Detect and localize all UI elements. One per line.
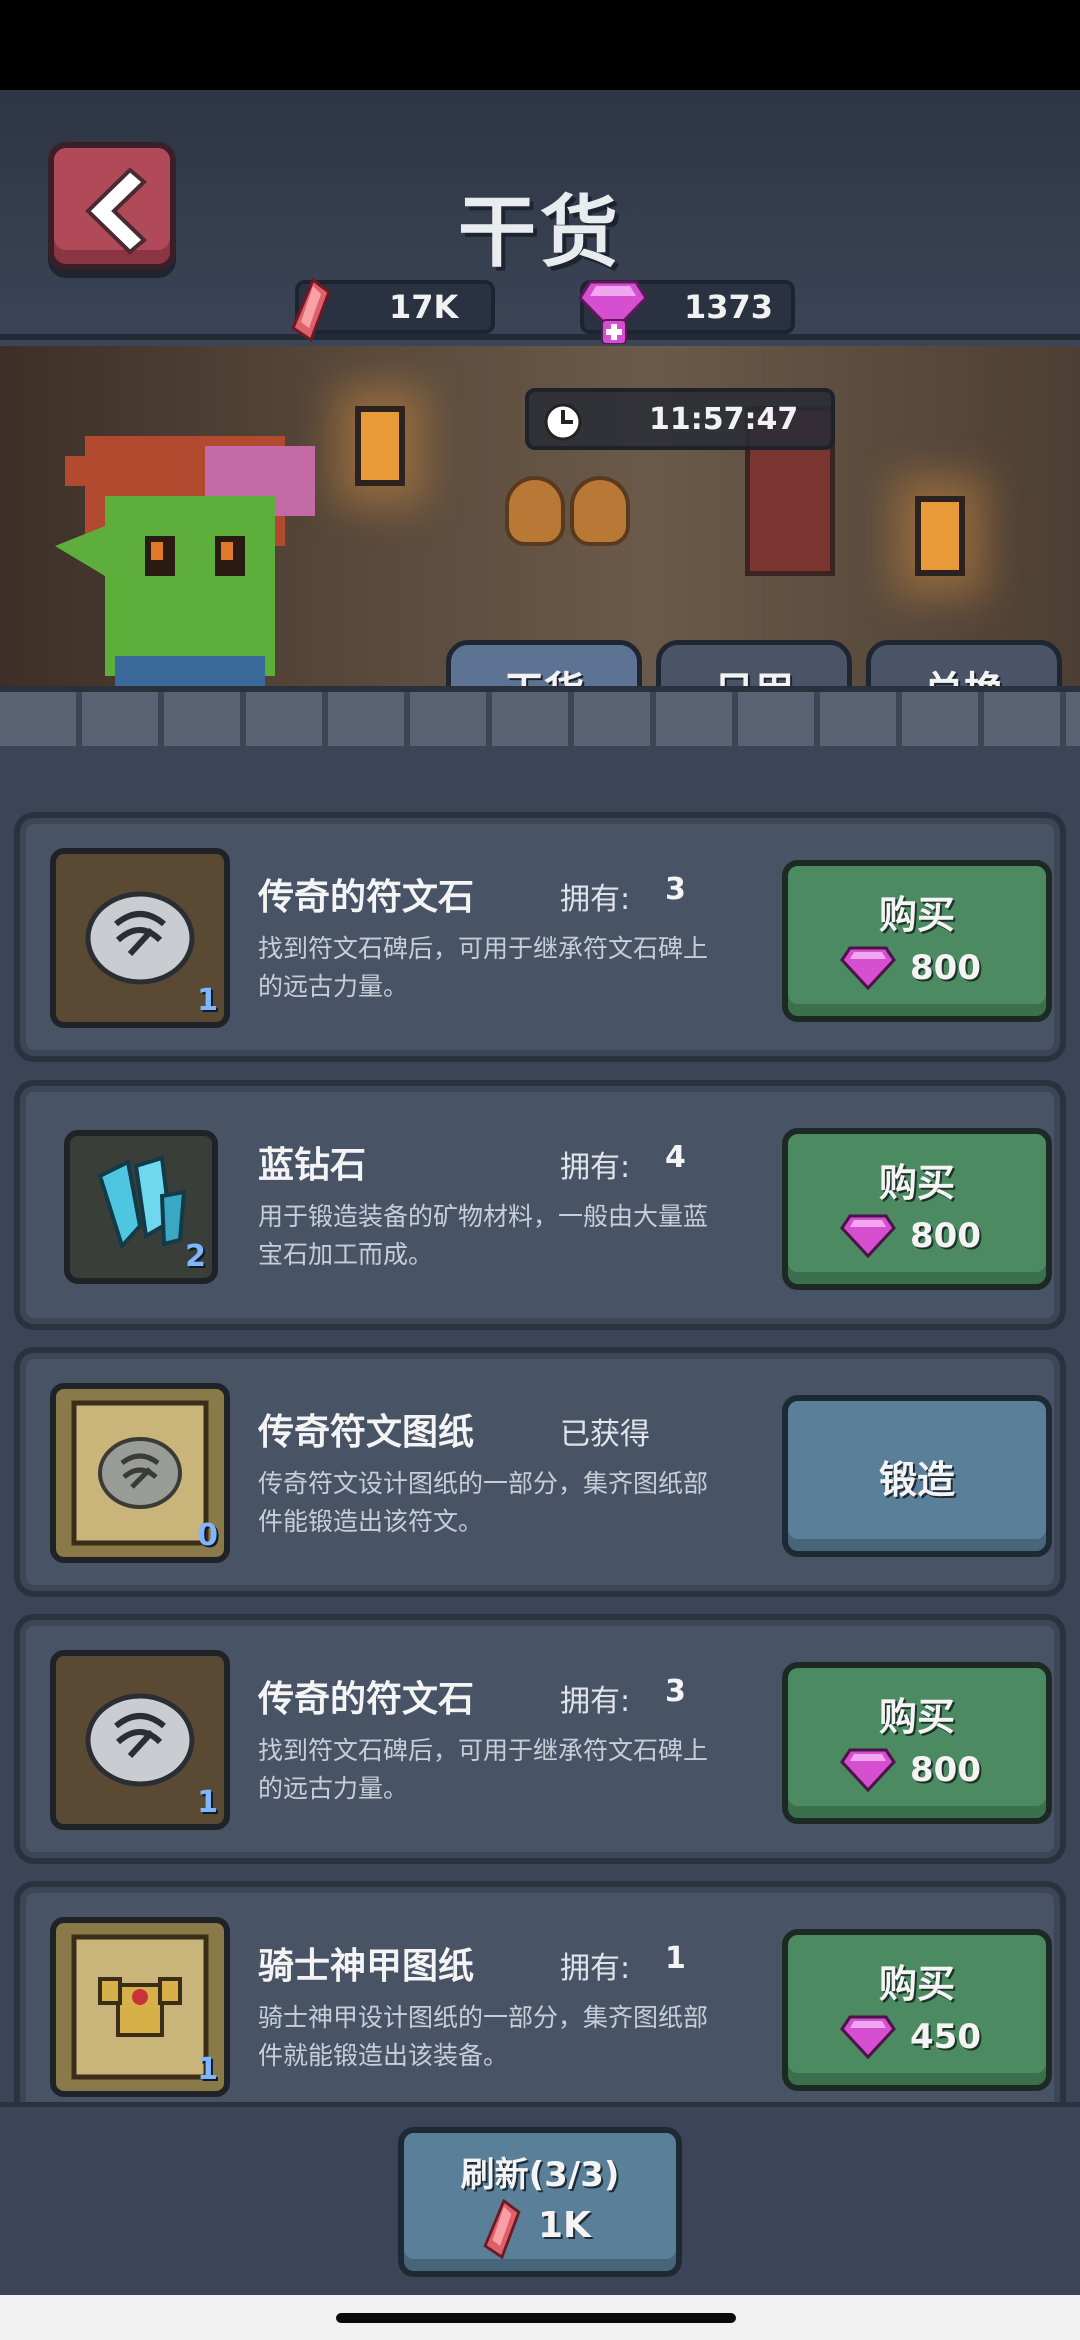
refresh-timer: 11:57:47: [525, 388, 835, 450]
timer-text: 11:57:47: [649, 402, 799, 437]
price: 800: [910, 1750, 981, 1790]
price: 450: [910, 2017, 981, 2057]
owned-count: 1: [665, 1941, 686, 1976]
lantern-icon: [915, 496, 965, 576]
owned-label: 拥有:: [560, 1150, 631, 1185]
price: 800: [910, 1216, 981, 1256]
obtained-label: 已获得: [560, 1417, 650, 1452]
buy-button[interactable]: 购买 800: [782, 1128, 1052, 1290]
refresh-cost: 1K: [538, 2205, 591, 2246]
shop-item: 1 传奇的符文石 拥有: 3 找到符文石碑后，可用于继承符文石碑上的远古力量。 …: [14, 1614, 1066, 1864]
buy-button[interactable]: 购买 800: [782, 860, 1052, 1022]
item-quantity: 1: [197, 2052, 218, 2087]
pot-icon: [570, 476, 630, 546]
shop-screen: 干货 17K 1373 11:57:47 1 传奇的符文石 拥有: 3 找到符文…: [0, 90, 1080, 2295]
lantern-icon: [355, 406, 405, 486]
buy-label: 购买: [878, 1962, 955, 2006]
item-quantity: 2: [185, 1239, 206, 1274]
bottom-bar: 刷新(3/3) 1K: [0, 2102, 1080, 2295]
goblin-shopkeeper: [55, 436, 315, 706]
item-quantity: 1: [197, 983, 218, 1018]
ruby-icon: [483, 2199, 521, 2259]
owned-label: 拥有:: [560, 1951, 631, 1986]
clock-icon: [544, 403, 582, 441]
gem-plus-icon: [578, 280, 648, 344]
owned-count: 3: [665, 872, 686, 907]
item-icon-frame: 2: [64, 1130, 218, 1284]
item-name: 传奇符文图纸: [258, 1412, 475, 1453]
gem-currency[interactable]: 1373: [578, 280, 795, 344]
shop-item: 0 传奇符文图纸 已获得 传奇符文设计图纸的一部分，集齐图纸部件能锻造出该符文。…: [14, 1347, 1066, 1597]
refresh-label: 刷新(3/3): [460, 2155, 620, 2195]
item-description: 找到符文石碑后，可用于继承符文石碑上的远古力量。: [258, 934, 709, 1001]
item-icon-frame: 1: [50, 1650, 230, 1830]
item-name: 蓝钻石: [258, 1145, 367, 1186]
item-description: 找到符文石碑后，可用于继承符文石碑上的远古力量。: [258, 1736, 709, 1803]
shop-item: 1 传奇的符文石 拥有: 3 找到符文石碑后，可用于继承符文石碑上的远古力量。 …: [14, 812, 1066, 1062]
ruby-icon: [291, 278, 331, 342]
buy-button[interactable]: 购买 450: [782, 1929, 1052, 2091]
owned-count: 4: [665, 1140, 686, 1175]
header: 干货 17K 1373: [0, 90, 1080, 344]
item-description: 传奇符文设计图纸的一部分，集齐图纸部件能锻造出该符文。: [258, 1469, 709, 1536]
item-description: 骑士神甲设计图纸的一部分，集齐图纸部件就能锻造出该装备。: [258, 2003, 709, 2070]
price: 800: [910, 948, 981, 988]
item-name: 骑士神甲图纸: [258, 1946, 475, 1987]
ruby-currency: 17K: [291, 278, 495, 342]
home-indicator[interactable]: [336, 2313, 736, 2323]
buy-label: 购买: [878, 1695, 955, 1739]
refresh-button[interactable]: 刷新(3/3) 1K: [398, 2127, 682, 2277]
shopkeeper-banner: 11:57:47 干货 日用 兑换: [0, 346, 1080, 746]
owned-label: 拥有:: [560, 1684, 631, 1719]
buy-button[interactable]: 购买 800: [782, 1662, 1052, 1824]
ruby-amount: 17K: [389, 288, 459, 326]
buy-label: 购买: [878, 1161, 955, 1205]
status-bar: [0, 0, 1080, 90]
gem-icon: [840, 1748, 896, 1793]
owned-label: 拥有:: [560, 882, 631, 917]
stone-wall: [0, 686, 1080, 746]
item-name: 传奇的符文石: [258, 1679, 475, 1720]
item-description: 用于锻造装备的矿物材料，一般由大量蓝宝石加工而成。: [258, 1202, 709, 1269]
gem-icon: [840, 946, 896, 991]
item-quantity: 1: [197, 1785, 218, 1820]
page-title: 干货: [457, 188, 622, 278]
item-quantity: 0: [197, 1518, 218, 1553]
shop-item: 2 蓝钻石 拥有: 4 用于锻造装备的矿物材料，一般由大量蓝宝石加工而成。 购买…: [14, 1080, 1066, 1330]
item-icon-frame: 1: [50, 848, 230, 1028]
item-icon-frame: 0: [50, 1383, 230, 1563]
gem-icon: [840, 1214, 896, 1259]
item-icon-frame: 1: [50, 1917, 230, 2097]
pot-icon: [505, 476, 565, 546]
owned-count: 3: [665, 1674, 686, 1709]
item-name: 传奇的符文石: [258, 877, 475, 918]
gem-amount: 1373: [684, 288, 774, 326]
gem-icon: [840, 2015, 896, 2060]
forge-button[interactable]: 锻造: [782, 1395, 1052, 1557]
shop-item: 1 骑士神甲图纸 拥有: 1 骑士神甲设计图纸的一部分，集齐图纸部件就能锻造出该…: [14, 1881, 1066, 2131]
buy-label: 购买: [878, 893, 955, 937]
